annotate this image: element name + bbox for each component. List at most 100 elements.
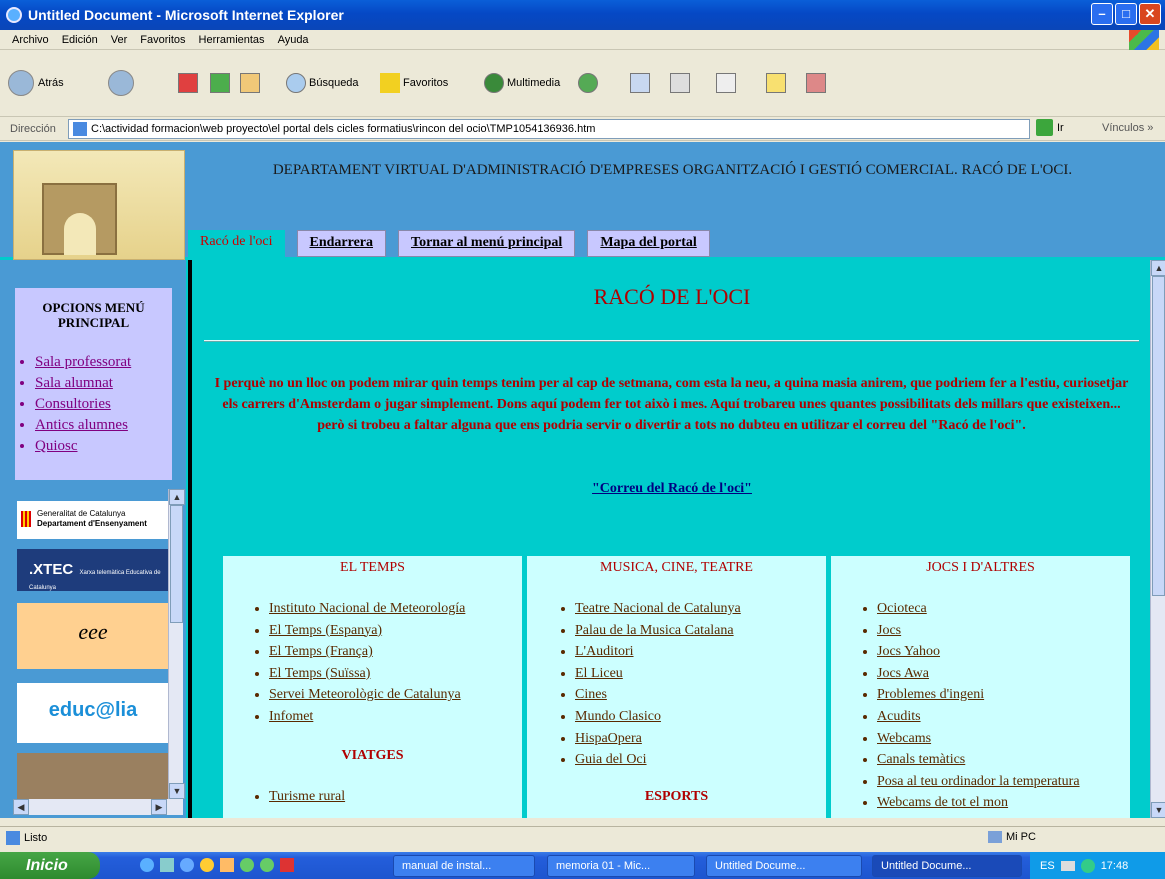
main-scroll-up-button[interactable]: ▲ (1151, 260, 1165, 276)
main-scroll-thumb[interactable] (1152, 276, 1165, 596)
tab-menu-principal[interactable]: Tornar al menú principal (398, 230, 576, 257)
task-manual[interactable]: manual de instal... (393, 855, 535, 877)
sidebar-menu: OPCIONS MENÚ PRINCIPAL Sala professorat … (15, 288, 172, 480)
list-item[interactable]: El Temps (Suïssa) (269, 663, 522, 685)
main-scrollbar[interactable]: ▲ ▼ (1150, 260, 1165, 818)
list-item[interactable]: Servei Meteorològic de Catalunya (269, 684, 522, 706)
back-button[interactable]: Atrás (8, 70, 64, 96)
taskbar: Inicio manual de instal... memoria 01 - … (0, 852, 1165, 879)
list-item[interactable]: Canals temàtics (877, 749, 1130, 771)
educalia-banner[interactable]: educ@lia (17, 683, 169, 743)
browser-icon[interactable] (180, 858, 194, 872)
ie-quicklaunch-icon[interactable] (140, 858, 154, 872)
close-button[interactable]: ✕ (1139, 3, 1161, 25)
list-item[interactable]: Palau de la Musica Catalana (575, 620, 826, 642)
list-item[interactable]: Posa al teu ordinador la temperatura (877, 771, 1130, 793)
scroll-thumb[interactable] (170, 505, 183, 623)
tray-icon[interactable] (1080, 858, 1095, 873)
menu-archivo[interactable]: Archivo (6, 34, 56, 46)
list-item[interactable]: L'Auditori (575, 641, 826, 663)
mail-link[interactable]: "Correu del Racó de l'oci" (192, 481, 1152, 497)
history-button[interactable] (578, 73, 601, 93)
minimize-button[interactable]: – (1091, 3, 1113, 25)
menu-ayuda[interactable]: Ayuda (272, 34, 316, 46)
address-input[interactable]: C:\actividad formacion\web proyecto\el p… (68, 119, 1030, 139)
list-item[interactable]: Ocioteca (877, 598, 1130, 620)
tab-raco-oci[interactable]: Racó de l'oci (188, 230, 285, 257)
list-item[interactable]: Turisme rural (269, 786, 522, 808)
home-button[interactable] (240, 73, 263, 93)
refresh-button[interactable] (210, 73, 233, 93)
task-untitled-1[interactable]: Untitled Docume... (706, 855, 862, 877)
list-item[interactable]: Cines (575, 684, 826, 706)
search-button[interactable]: Búsqueda (286, 73, 359, 93)
task-memoria[interactable]: memoria 01 - Mic... (547, 855, 695, 877)
list-item[interactable]: Teatre Nacional de Catalunya (575, 598, 826, 620)
photo-banner[interactable] (17, 753, 169, 801)
list-item[interactable]: Guia del Oci (575, 749, 826, 771)
menu-ver[interactable]: Ver (105, 34, 135, 46)
tray-icon[interactable] (1060, 860, 1075, 871)
refresh-icon (210, 73, 230, 93)
sidebar-item-quiosc[interactable]: Quiosc (35, 436, 172, 457)
scroll-up-button[interactable]: ▲ (169, 489, 185, 505)
maximize-button[interactable]: □ (1115, 3, 1137, 25)
tab-endarrera[interactable]: Endarrera (296, 230, 387, 257)
banner-hscrollbar[interactable]: ◀ ▶ (13, 799, 183, 815)
mail-button[interactable] (630, 73, 653, 93)
task-untitled-2[interactable]: Untitled Docume... (872, 855, 1022, 877)
list-item[interactable]: Jocs (877, 620, 1130, 642)
zone-indicator: Mi PC (988, 831, 1036, 843)
desktop-icon[interactable] (160, 858, 174, 872)
sidebar-item-sala-professorat[interactable]: Sala professorat (35, 352, 172, 373)
title-bar[interactable]: Untitled Document - Microsoft Internet E… (0, 0, 1165, 30)
stop-button[interactable] (178, 73, 201, 93)
folder-icon[interactable] (220, 858, 234, 872)
sidebar-item-sala-alumnat[interactable]: Sala alumnat (35, 373, 172, 394)
list-item[interactable]: El Temps (Espanya) (269, 620, 522, 642)
go-button[interactable]: Ir (1036, 119, 1064, 136)
list-item[interactable]: Jocs Yahoo (877, 641, 1130, 663)
messenger2-icon[interactable] (260, 858, 274, 872)
list-item[interactable]: Infomet (269, 706, 522, 728)
banner-scrollbar[interactable]: ▲ ▼ (168, 489, 185, 799)
list-item[interactable]: Webcams (877, 728, 1130, 750)
sidebar-item-antics-alumnes[interactable]: Antics alumnes (35, 415, 172, 436)
menu-herramientas[interactable]: Herramientas (193, 34, 272, 46)
tab-mapa-portal[interactable]: Mapa del portal (587, 230, 710, 257)
discuss-button[interactable] (766, 73, 789, 93)
gencat-banner[interactable]: Generalitat de Catalunya Departament d'E… (17, 501, 169, 539)
main-scroll-down-button[interactable]: ▼ (1151, 802, 1165, 818)
menu-edicion[interactable]: Edición (56, 34, 105, 46)
print-button[interactable] (670, 73, 693, 93)
forward-button[interactable] (108, 70, 138, 96)
list-item[interactable]: El Liceu (575, 663, 826, 685)
language-indicator[interactable]: ES (1040, 860, 1055, 872)
start-button[interactable]: Inicio (0, 852, 100, 879)
list-item[interactable]: Jocs Awa (877, 663, 1130, 685)
messenger-button[interactable] (806, 73, 829, 93)
links-toolbar[interactable]: Vínculos » (1102, 122, 1153, 134)
list-item[interactable]: Webcams de tot el mon (877, 792, 1130, 814)
address-bar: Dirección C:\actividad formacion\web pro… (0, 117, 1165, 141)
eee-banner[interactable]: eee (17, 603, 169, 669)
multimedia-button[interactable]: Multimedia (484, 73, 560, 93)
messenger-quicklaunch-icon[interactable] (240, 858, 254, 872)
list-item[interactable]: Acudits (877, 706, 1130, 728)
menu-favoritos[interactable]: Favoritos (134, 34, 192, 46)
page-status-icon (6, 830, 20, 845)
list-item[interactable]: El Temps (França) (269, 641, 522, 663)
favorites-button[interactable]: Favoritos (380, 73, 448, 93)
media-player-icon[interactable] (200, 858, 214, 872)
edit-button[interactable] (716, 73, 739, 93)
xtec-banner[interactable]: .XTEC Xarxa telemàtica Educativa de Cata… (17, 549, 169, 591)
list-item[interactable]: Instituto Nacional de Meteorología (269, 598, 522, 620)
list-item[interactable]: Problemes d'ingeni (877, 684, 1130, 706)
sidebar-item-consultories[interactable]: Consultories (35, 394, 172, 415)
scroll-left-button[interactable]: ◀ (13, 799, 29, 815)
scroll-right-button[interactable]: ▶ (151, 799, 167, 815)
scroll-down-button[interactable]: ▼ (169, 783, 185, 799)
app-icon[interactable] (280, 858, 294, 872)
list-item[interactable]: HispaOpera (575, 728, 826, 750)
list-item[interactable]: Mundo Clasico (575, 706, 826, 728)
